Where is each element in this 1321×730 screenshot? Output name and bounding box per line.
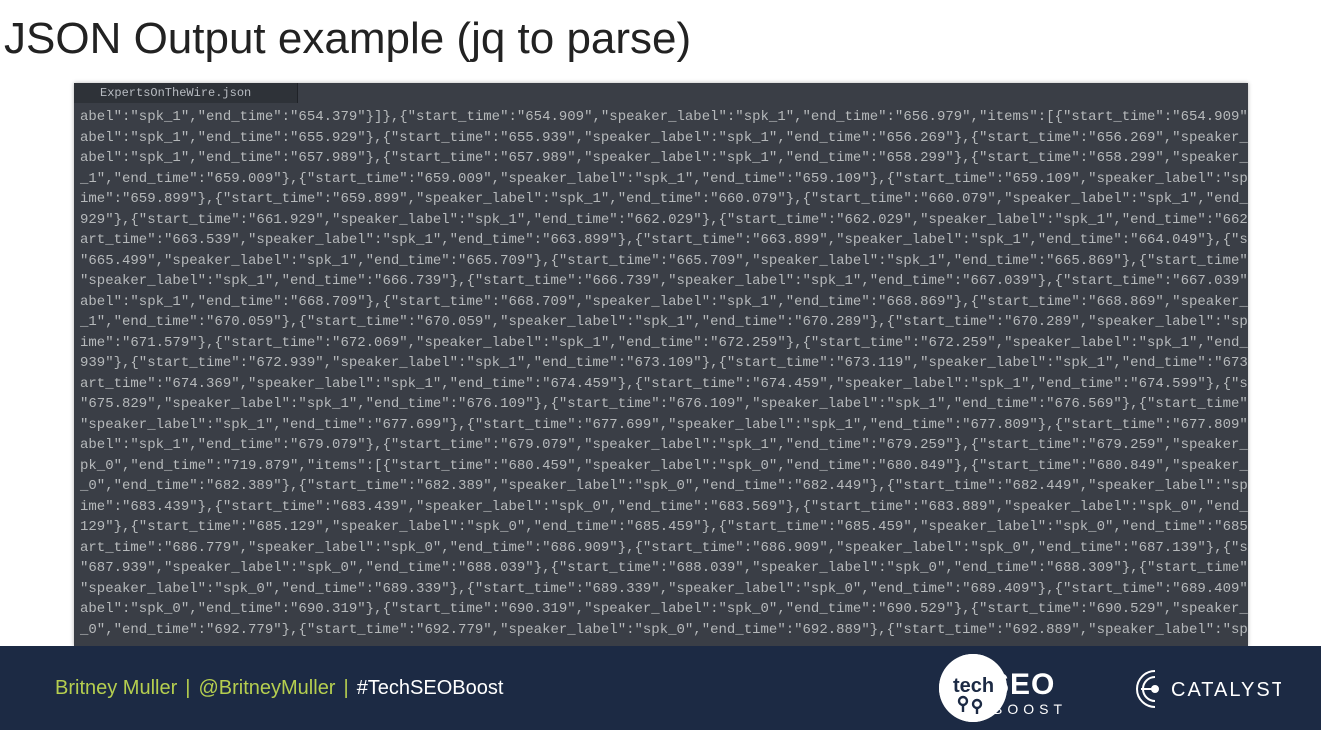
- svg-text:tech: tech: [953, 675, 994, 697]
- separator: |: [343, 677, 348, 700]
- footer-bar: Britney Muller | @BritneyMuller | #TechS…: [0, 646, 1321, 730]
- slide-title: JSON Output example (jq to parse): [4, 14, 691, 64]
- tech-icon: tech: [939, 654, 1007, 722]
- author-handle: @BritneyMuller: [198, 677, 335, 700]
- footer-logos: tech SEO BOOST: [939, 654, 1281, 722]
- editor-tab[interactable]: ExpertsOnTheWire.json: [74, 83, 298, 103]
- catalyst-text: CATALYST: [1171, 679, 1281, 701]
- catalyst-logo: CATALYST: [1121, 663, 1281, 713]
- code-content: abel":"spk_1","end_time":"654.379"}]},{"…: [74, 103, 1248, 646]
- hashtag: #TechSEOBoost: [357, 677, 504, 700]
- separator: |: [185, 677, 190, 700]
- techseoboost-logo: tech SEO BOOST: [939, 654, 1067, 722]
- code-editor-panel: ExpertsOnTheWire.json abel":"spk_1","end…: [74, 83, 1248, 646]
- author-name: Britney Muller: [55, 677, 177, 700]
- slide: JSON Output example (jq to parse) Expert…: [0, 0, 1321, 730]
- footer-credits: Britney Muller | @BritneyMuller | #TechS…: [55, 677, 939, 700]
